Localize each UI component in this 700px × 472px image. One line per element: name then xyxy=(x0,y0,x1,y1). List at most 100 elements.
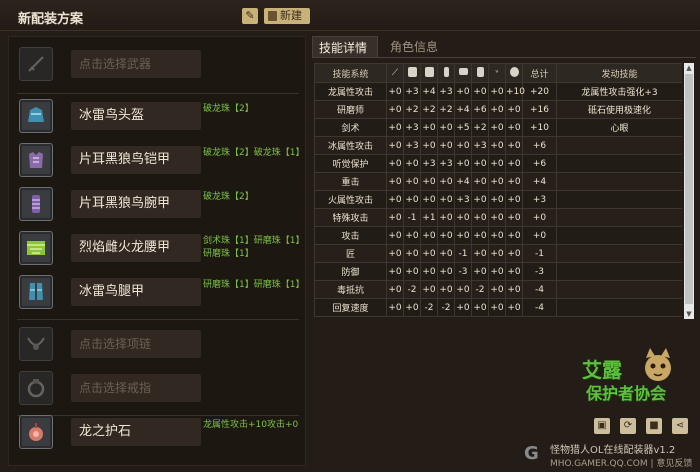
skill-name-cell: 特殊攻击 xyxy=(314,208,387,227)
footer: G 怪物猎人OL在线配装器v1.2 MHO.GAMER.QQ.COM | 意见反… xyxy=(524,441,700,471)
skill-point-cell: +0 xyxy=(505,298,523,317)
necklace-slot-label[interactable]: 点击选择项链 xyxy=(71,330,201,358)
skill-point-cell: +0 xyxy=(454,154,472,173)
skill-point-cell: +0 xyxy=(454,226,472,245)
share-button[interactable]: ⋖ xyxy=(672,418,688,434)
skill-point-cell: +0 xyxy=(420,262,438,281)
arms-slot[interactable]: 片耳黑狼鸟腕甲 破龙珠【2】 xyxy=(17,185,307,225)
skill-point-cell: +0 xyxy=(403,298,421,317)
refresh-button[interactable]: ⟳ xyxy=(620,418,636,434)
table-row: 回复速度 +0 +0 -2 -2 +0 +0 +0 +0 -4 xyxy=(314,298,682,317)
tab-character-info[interactable]: 角色信息 xyxy=(384,36,446,58)
skill-point-cell: +2 xyxy=(420,100,438,119)
skill-point-cell: +0 xyxy=(386,154,404,173)
scroll-up-arrow-icon[interactable]: ▲ xyxy=(685,63,693,73)
necklace-slot-icon xyxy=(19,327,53,361)
skill-point-cell: +0 xyxy=(454,208,472,227)
table-row: 毒抵抗 +0 -2 +0 +0 +0 -2 +0 +0 -4 xyxy=(314,280,682,299)
necklace-slot[interactable]: 点击选择项链 xyxy=(17,325,307,365)
active-skill-cell xyxy=(556,190,682,209)
ring-slot-label[interactable]: 点击选择戒指 xyxy=(71,374,201,402)
charm-gems: 龙属性攻击+10攻击+0 xyxy=(203,420,299,430)
weapon-slot-icon xyxy=(19,47,53,81)
legs-slot[interactable]: 冰雷鸟腿甲 研磨珠【1】研磨珠【1】 xyxy=(17,273,307,313)
weapon-slot-label[interactable]: 点击选择武器 xyxy=(71,50,201,78)
skill-point-cell: +0 xyxy=(386,136,404,155)
active-skill-cell xyxy=(556,208,682,227)
plan-title: 新配装方案 xyxy=(18,12,84,27)
skill-point-cell: -3 xyxy=(454,262,472,281)
app-version-text: 怪物猎人OL在线配装器v1.2 xyxy=(550,445,676,456)
skill-point-cell: +2 xyxy=(437,100,455,119)
skill-point-cell: +0 xyxy=(488,172,506,191)
ring-slot[interactable]: 点击选择戒指 xyxy=(17,369,307,409)
skill-point-cell: +3 xyxy=(403,82,421,101)
skill-point-cell: +0 xyxy=(386,298,404,317)
skill-point-cell: +3 xyxy=(471,136,489,155)
skill-point-cell: +0 xyxy=(488,154,506,173)
skill-point-cell: +0 xyxy=(403,154,421,173)
waist-slot[interactable]: 烈焰雌火龙腰甲 剑术珠【1】研磨珠【1】研磨珠【1】 xyxy=(17,229,307,269)
scrollbar-thumb[interactable] xyxy=(685,74,693,304)
skill-point-cell: +0 xyxy=(386,244,404,263)
header-total: 总计 xyxy=(522,63,557,83)
skill-point-cell: +0 xyxy=(420,136,438,155)
table-row: 特殊攻击 +0 -1 +1 +0 +0 +0 +0 +0 +0 xyxy=(314,208,682,227)
skill-point-cell: +0 xyxy=(471,262,489,281)
skill-name-cell: 防御 xyxy=(314,262,387,281)
skill-point-cell: +0 xyxy=(505,100,523,119)
charm-name[interactable]: 龙之护石 xyxy=(71,418,201,446)
chest-armor-icon xyxy=(29,152,43,168)
delete-button[interactable]: ■ xyxy=(646,418,662,434)
arms-column-icon xyxy=(437,63,455,83)
skill-point-cell: +0 xyxy=(505,244,523,263)
chest-name[interactable]: 片耳黑狼鸟铠甲 xyxy=(71,146,201,174)
necklace-icon xyxy=(27,337,45,350)
helmet-slot[interactable]: 冰雷鸟头盔 破龙珠【2】 xyxy=(17,97,307,137)
helmet-column-icon xyxy=(403,63,421,83)
chest-slot[interactable]: 片耳黑狼鸟铠甲 破龙珠【2】破龙珠【1】 xyxy=(17,141,307,181)
skill-point-cell: +3 xyxy=(403,136,421,155)
skill-point-cell: +0 xyxy=(386,82,404,101)
skill-point-cell: +0 xyxy=(488,244,506,263)
header-active-skill: 发动技能 xyxy=(556,63,682,83)
legs-name[interactable]: 冰雷鸟腿甲 xyxy=(71,278,201,306)
waist-name[interactable]: 烈焰雌火龙腰甲 xyxy=(71,234,201,262)
skill-name-cell: 匠 xyxy=(314,244,387,263)
skill-point-cell: +0 xyxy=(437,244,455,263)
skill-point-cell: +0 xyxy=(403,244,421,263)
skill-name-cell: 听觉保护 xyxy=(314,154,387,173)
active-skill-cell xyxy=(556,226,682,245)
helmet-name[interactable]: 冰雷鸟头盔 xyxy=(71,102,201,130)
save-button[interactable]: ▣ xyxy=(594,418,610,434)
skill-total-cell: -1 xyxy=(522,244,557,263)
arms-name[interactable]: 片耳黑狼鸟腕甲 xyxy=(71,190,201,218)
save-icon: ▣ xyxy=(597,420,607,431)
waist-slot-icon xyxy=(19,231,53,265)
tab-skill-details[interactable]: 技能详情 xyxy=(312,36,378,58)
charm-slot[interactable]: 龙之护石 龙属性攻击+10攻击+0 xyxy=(17,413,307,453)
divider xyxy=(17,319,299,320)
skill-point-cell: +0 xyxy=(386,172,404,191)
skill-point-cell: -1 xyxy=(403,208,421,227)
charm-column-icon xyxy=(505,63,523,83)
table-row: 龙属性攻击 +0 +3 +4 +3 +0 +0 +0 +10 +20 龙属性攻击强化+3 xyxy=(314,82,682,101)
edit-title-button[interactable]: ✎ xyxy=(242,8,258,24)
scroll-down-arrow-icon[interactable]: ▼ xyxy=(685,309,693,319)
skill-table-scrollbar[interactable]: ▲ ▼ xyxy=(684,63,694,319)
equipment-panel: 点击选择武器 冰雷鸟头盔 破龙珠【2】 片耳黑狼鸟铠甲 破龙珠【2】破龙珠【1】… xyxy=(8,36,306,466)
skill-point-cell: +0 xyxy=(386,226,404,245)
table-row: 冰属性攻击 +0 +3 +0 +0 +0 +3 +0 +0 +6 xyxy=(314,136,682,155)
skill-total-cell: +6 xyxy=(522,154,557,173)
sword-icon xyxy=(28,56,44,72)
table-row: 研磨师 +0 +2 +2 +2 +4 +6 +0 +0 +16 砥石使用极速化 xyxy=(314,100,682,119)
site-feedback-link[interactable]: MHO.GAMER.QQ.COM | 意见反馈 xyxy=(550,456,692,469)
new-plan-button[interactable]: 新建 xyxy=(264,8,310,24)
active-skill-cell xyxy=(556,280,682,299)
weapon-slot[interactable]: 点击选择武器 xyxy=(17,45,307,85)
skill-point-cell: +0 xyxy=(437,226,455,245)
arms-slot-icon xyxy=(19,187,53,221)
weapon-column-icon: ⟋ xyxy=(386,63,404,83)
gauntlet-icon xyxy=(32,195,40,213)
table-row: 听觉保护 +0 +0 +3 +3 +0 +0 +0 +0 +6 xyxy=(314,154,682,173)
